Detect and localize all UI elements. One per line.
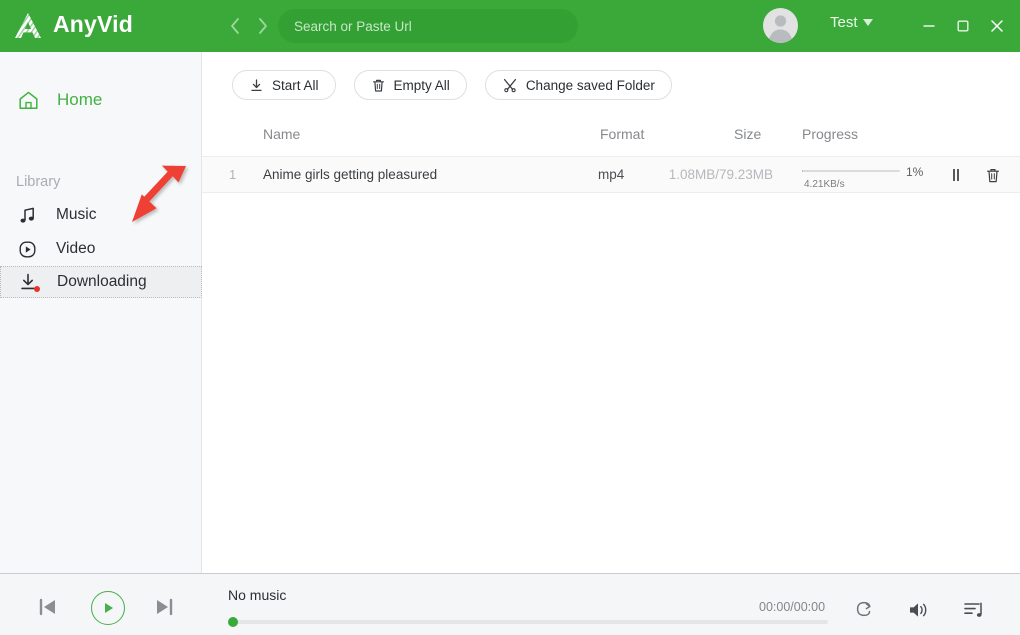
close-icon[interactable] (982, 12, 1012, 40)
player-bar: No music 00:00/00:00 (0, 573, 1020, 635)
row-index: 1 (229, 167, 237, 182)
wrench-tools-icon (502, 77, 518, 93)
anyvid-logo-icon (11, 9, 45, 43)
time-display: 00:00/00:00 (759, 600, 826, 614)
chevron-left-icon[interactable] (226, 14, 244, 38)
table-row[interactable]: 1 Anime girls getting pleasured mp4 1.08… (202, 157, 1020, 193)
sidebar-item-downloading[interactable]: Downloading (0, 266, 202, 298)
download-badge-dot (34, 286, 40, 292)
row-name: Anime girls getting pleasured (263, 167, 438, 182)
sidebar-item-home[interactable]: Home (0, 81, 202, 119)
maximize-icon[interactable] (948, 12, 978, 40)
button-label: Start All (272, 77, 319, 93)
column-header-name: Name (263, 126, 301, 142)
download-icon (17, 271, 40, 293)
start-all-button[interactable]: Start All (232, 70, 336, 100)
button-label: Empty All (393, 77, 450, 93)
row-format: mp4 (598, 167, 625, 182)
home-icon (16, 88, 40, 112)
sidebar-section-library: Library (16, 174, 61, 190)
play-icon[interactable] (91, 591, 125, 625)
chevron-right-icon[interactable] (254, 14, 272, 38)
sidebar-item-music[interactable]: Music (0, 200, 202, 230)
download-arrow-icon (249, 78, 264, 93)
seek-knob[interactable] (228, 617, 238, 627)
row-progress-bar (802, 164, 902, 172)
empty-all-button[interactable]: Empty All (353, 70, 467, 100)
window-controls (914, 12, 1012, 40)
account-menu[interactable]: Test (830, 14, 873, 31)
progress-fill (802, 170, 803, 172)
playlist-queue-icon[interactable] (960, 598, 988, 622)
sidebar-item-label: Downloading (57, 273, 147, 290)
sidebar-item-label: Home (57, 90, 103, 109)
sidebar-item-video[interactable]: Video (0, 234, 202, 264)
progress-track (802, 170, 900, 172)
column-header-format: Format (600, 126, 645, 142)
minimize-icon[interactable] (914, 12, 944, 40)
nav-arrows (226, 14, 272, 38)
sidebar: Home Library Music Video Downloading (0, 52, 202, 573)
trash-icon (371, 78, 386, 93)
column-header-size: Size (734, 126, 762, 142)
search-input[interactable] (292, 17, 566, 35)
row-size: 1.08MB/79.23MB (668, 167, 773, 182)
music-note-icon (16, 204, 38, 226)
button-label: Change saved Folder (525, 77, 655, 93)
skip-next-icon[interactable] (150, 595, 178, 619)
sidebar-item-label: Video (56, 240, 96, 257)
title-bar: AnyVid Test (0, 0, 1020, 52)
video-play-circle-icon (16, 238, 38, 260)
seek-bar[interactable] (228, 616, 828, 628)
table-header: Name Format Size Progress (202, 118, 1020, 154)
column-header-progress: Progress (802, 126, 859, 142)
account-name: Test (830, 14, 858, 31)
anyvid-window: AnyVid Test (0, 0, 1020, 635)
volume-icon[interactable] (905, 598, 933, 622)
skip-previous-icon[interactable] (34, 595, 62, 619)
sidebar-item-label: Music (56, 206, 97, 223)
row-download-speed: 4.21KB/s (804, 179, 845, 190)
trash-icon[interactable] (981, 163, 1005, 187)
change-saved-folder-button[interactable]: Change saved Folder (484, 70, 672, 100)
search-bar[interactable] (278, 9, 578, 43)
caret-down-icon (862, 19, 873, 26)
row-progress-percent: 1% (906, 165, 924, 179)
seek-track (228, 620, 828, 624)
track-title: No music (228, 587, 287, 603)
repeat-icon[interactable] (850, 598, 878, 622)
toolbar: Start All Empty All Change saved Folder (232, 70, 672, 100)
app-title: AnyVid (53, 11, 134, 37)
pause-icon[interactable] (944, 163, 968, 187)
content-area: Start All Empty All Change saved Folder … (202, 52, 1020, 573)
user-avatar-icon[interactable] (763, 8, 798, 43)
